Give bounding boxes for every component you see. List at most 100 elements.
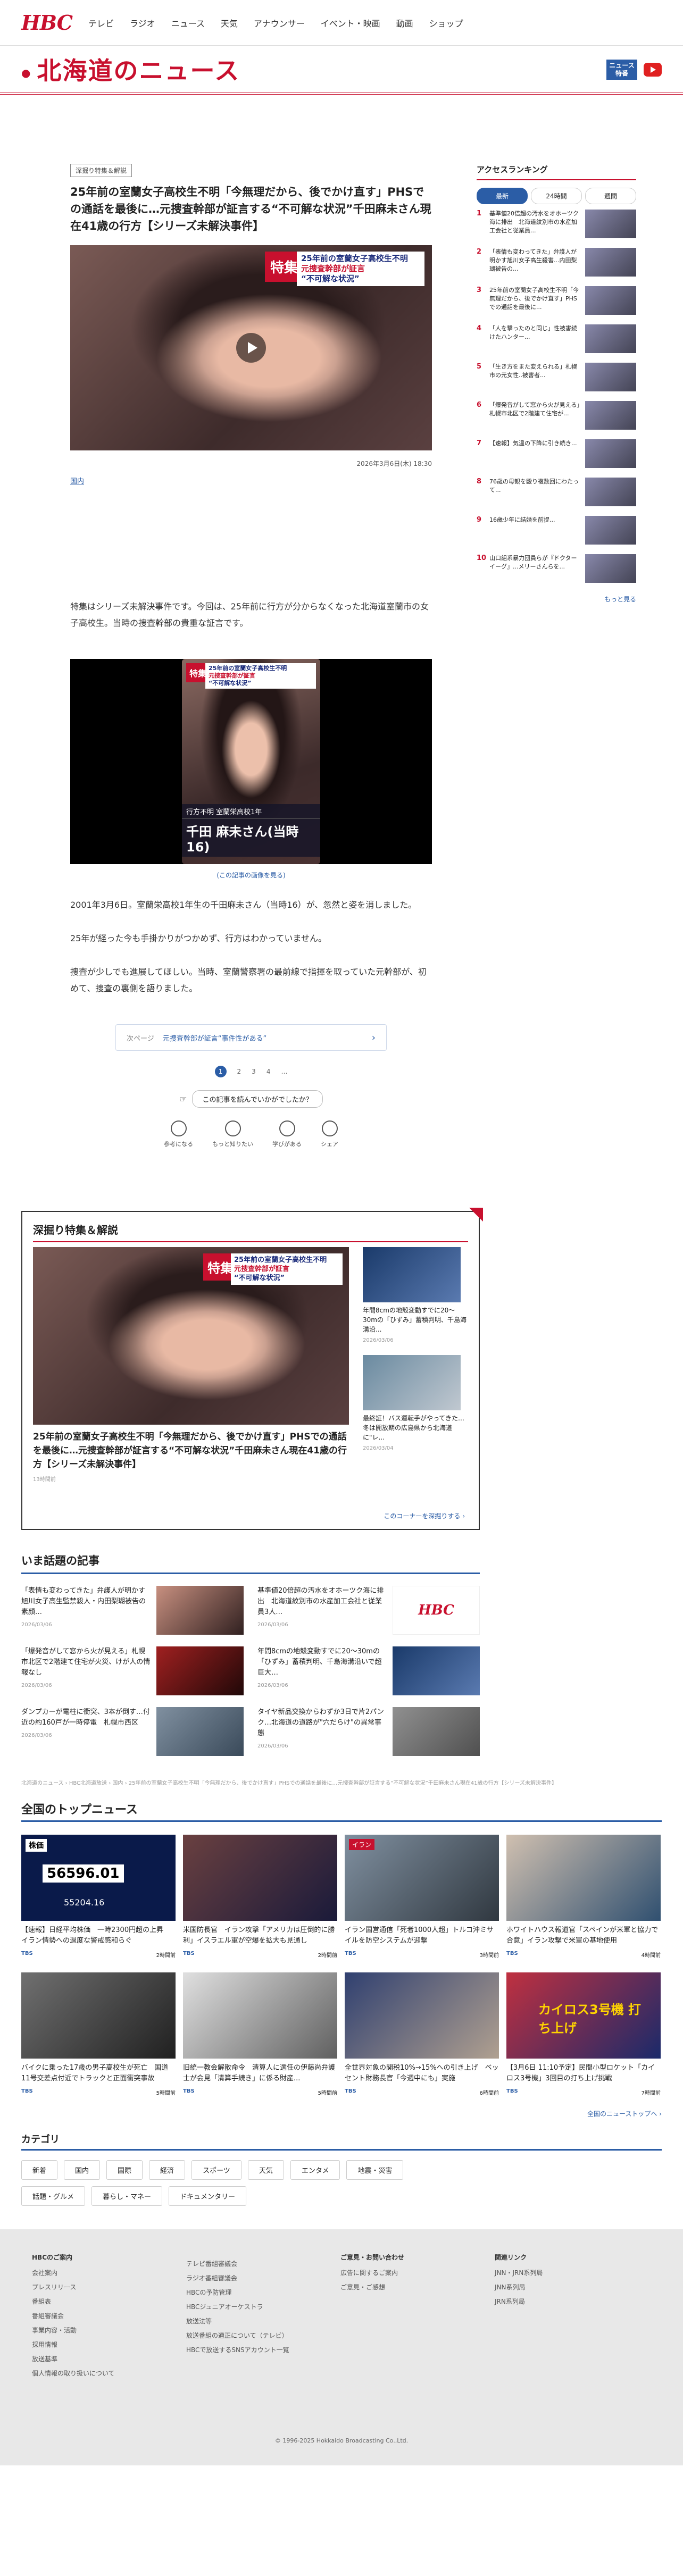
ranking-item[interactable]: 9 16歳少年に結婚を前提... bbox=[477, 516, 636, 549]
next-page-link[interactable]: 次ページ 元捜査幹部が証言“事件性がある” › bbox=[115, 1024, 387, 1051]
article-tag[interactable]: 深掘り特集＆解説 bbox=[70, 164, 132, 177]
ranking-item[interactable]: 6 「爆発音がして窓から火が見える」札幌市北区で2階建て住宅が... bbox=[477, 401, 636, 434]
footer-link[interactable]: プレスリリース bbox=[32, 2282, 165, 2291]
ranking-item[interactable]: 1 基準値20倍超の汚水をオホーツク海に排出 北海道紋別市の水産加工会社と従業員.… bbox=[477, 210, 636, 242]
article-second-image[interactable]: 特集 25年前の室蘭女子高校生不明 元捜査幹部が証言 “不可解な状況” 行方不明… bbox=[70, 659, 432, 864]
deep-dive-main-card[interactable]: 特集 25年前の室蘭女子高校生不明 元捜査幹部が証言 “不可解な状況” 25年前… bbox=[33, 1247, 349, 1483]
ranking-item[interactable]: 8 76歳の母親を殴り複数回にわたって... bbox=[477, 478, 636, 511]
hbc-logo[interactable]: HBC bbox=[21, 11, 73, 35]
footer-link[interactable]: 会社案内 bbox=[32, 2268, 165, 2277]
share-button[interactable]: シェア bbox=[321, 1120, 338, 1148]
trending-item[interactable]: ダンプカーが電柱に衝突、3本が倒す…付近の約160戸が一時停電 札幌市西区 202… bbox=[21, 1707, 244, 1756]
footer-link[interactable]: 放送番組の適正について（テレビ） bbox=[186, 2331, 319, 2340]
deep-dive-main-title: 25年前の室蘭女子高校生不明「今無理だから、後でかけ直す」PHSでの通話を最後に… bbox=[33, 1432, 347, 1470]
deep-dive-corner-link[interactable]: このコーナーを深掘りする › bbox=[384, 1511, 465, 1520]
national-news-card[interactable]: バイクに乗った17歳の男子高校生が死亡 国道11号交差点付近でトラックと正面衝突… bbox=[21, 1972, 176, 2096]
footer-link[interactable]: JNN系列局 bbox=[495, 2282, 628, 2291]
footer-link[interactable]: ご意見・ご感想 bbox=[340, 2282, 473, 2291]
category-chip[interactable]: 経済 bbox=[149, 2160, 186, 2180]
national-news-card[interactable]: カイロス3号機 打ち上げ 【3月6日 11:10予定】民間小型ロケット「カイロス… bbox=[506, 1972, 661, 2096]
tab-weekly[interactable]: 週間 bbox=[585, 188, 636, 204]
footer-link[interactable]: テレビ番組審議会 bbox=[186, 2259, 319, 2268]
ranking-item[interactable]: 10 山口組系暴力団員らが『ドクターイーグ』...メリーさんらを... bbox=[477, 554, 636, 587]
category-chip[interactable]: スポーツ bbox=[191, 2160, 241, 2180]
footer-link[interactable]: 放送法等 bbox=[186, 2316, 319, 2326]
nav-tv[interactable]: テレビ bbox=[88, 16, 114, 29]
ranking-thumbnail bbox=[585, 439, 636, 468]
national-news-card[interactable]: 米国防長官 イラン攻撃「アメリカは圧倒的に勝利」イスラエル軍が空爆を拡大も見通し… bbox=[183, 1835, 337, 1959]
ranking-item[interactable]: 5 「生き方をまた変えられる」札幌市の元女性..被害者... bbox=[477, 363, 636, 396]
ranking-item[interactable]: 2 「表情も変わってきた」弁護人が明かす旭川女子高生殺害...内田梨瑚被告の... bbox=[477, 248, 636, 281]
play-video-button[interactable] bbox=[236, 333, 266, 363]
footer-link[interactable]: 個人情報の取り扱いについて bbox=[32, 2369, 165, 2378]
trending-item[interactable]: 「表情も変わってきた」弁護人が明かす旭川女子高生監禁殺人・内田梨瑚被告の素顔… 2… bbox=[21, 1586, 244, 1635]
footer-link[interactable]: 採用情報 bbox=[32, 2340, 165, 2349]
category-chip[interactable]: 新着 bbox=[21, 2160, 58, 2180]
news-thumbnail bbox=[183, 1835, 337, 1921]
youtube-icon[interactable] bbox=[644, 63, 662, 77]
breadcrumb[interactable]: 北海道のニュース › HBC北海道放送 › 国内 › 25年前の室蘭女子高校生不… bbox=[21, 1778, 662, 1786]
category-chip[interactable]: エンタメ bbox=[290, 2160, 340, 2180]
nav-event[interactable]: イベント・映画 bbox=[321, 16, 380, 29]
trending-item[interactable]: 「爆発音がして窓から火が見える」札幌市北区で2階建て住宅が火災、けが人の情報なし… bbox=[21, 1646, 244, 1695]
ranking-item[interactable]: 3 25年前の室蘭女子高校生不明「今無理だから、後でかけ直す」PHSでの通話を最後… bbox=[477, 286, 636, 319]
reaction-learned[interactable]: 学びがある bbox=[272, 1120, 302, 1148]
category-chip[interactable]: 話題・グルメ bbox=[21, 2186, 86, 2206]
nav-radio[interactable]: ラジオ bbox=[130, 16, 155, 29]
nav-shop[interactable]: ショップ bbox=[429, 16, 463, 29]
footer-link[interactable]: 事業内容・活動 bbox=[32, 2326, 165, 2335]
reaction-helpful[interactable]: 参考になる bbox=[164, 1120, 193, 1148]
category-chip[interactable]: ドキュメンタリー bbox=[169, 2186, 247, 2206]
category-chip[interactable]: 暮らし・マネー bbox=[91, 2186, 163, 2206]
footer-link[interactable]: 番組審議会 bbox=[32, 2311, 165, 2320]
trending-item[interactable]: 年間8cmの地殻変動すでに20～30mの「ひずみ」蓄積判明、千島海溝沿いで超巨大… bbox=[257, 1646, 480, 1695]
category-chip[interactable]: 国内 bbox=[64, 2160, 101, 2180]
page-1[interactable]: 1 bbox=[214, 1066, 227, 1077]
national-news-card[interactable]: 全世界対象の関税10%→15%への引き上げ ベッセント財務長官「今週中にも」実施… bbox=[345, 1972, 499, 2096]
deep-dive-side-card[interactable]: 最終証！バス運転手がやってきた…冬は開放期の広島県から北海道に"レ... 2026… bbox=[363, 1355, 467, 1451]
footer-link[interactable]: 放送基準 bbox=[32, 2354, 165, 2363]
ranking-item[interactable]: 7 【速報】気温の下降に引き続き... bbox=[477, 439, 636, 472]
nav-announcer[interactable]: アナウンサー bbox=[254, 16, 305, 29]
category-chip[interactable]: 地震・災害 bbox=[346, 2160, 404, 2180]
category-chip[interactable]: 天気 bbox=[247, 2160, 284, 2180]
tab-24h[interactable]: 24時間 bbox=[531, 188, 582, 204]
article-category-link[interactable]: 国内 bbox=[70, 475, 432, 486]
news-special-badge[interactable]: ニュース 特番 bbox=[606, 60, 637, 80]
trending-item[interactable]: 基準値20倍超の汚水をオホーツク海に排出 北海道紋別市の水産加工会社と従業員3人… bbox=[257, 1586, 480, 1635]
footer-link[interactable]: 広告に関するご案内 bbox=[340, 2268, 473, 2277]
ranking-title: アクセスランキング bbox=[477, 164, 636, 180]
page-2[interactable]: 2 bbox=[237, 1068, 241, 1075]
section-title[interactable]: ● 北海道のニュース bbox=[21, 52, 240, 87]
national-news-card[interactable]: ホワイトハウス報道官「スペインが米軍と協力で合意」イラン攻撃で米軍の基地使用 T… bbox=[506, 1835, 661, 1959]
footer-link[interactable]: JNN・JRN系列局 bbox=[495, 2268, 628, 2277]
tab-latest[interactable]: 最新 bbox=[477, 188, 528, 204]
nav-weather[interactable]: 天気 bbox=[221, 16, 238, 29]
national-news-card[interactable]: 株価 56596.01 55204.16 【速報】日経平均株価 一時2300円超… bbox=[21, 1835, 176, 1959]
footer-column: ご意見・お問い合わせ 広告に関するご案内 ご意見・ご感想 bbox=[340, 2253, 473, 2383]
page-4[interactable]: 4 bbox=[266, 1068, 271, 1075]
ranking-more-link[interactable]: もっと見る bbox=[477, 595, 636, 604]
news-thumbnail bbox=[183, 1972, 337, 2059]
footer-link[interactable]: HBCジュニアオーケストラ bbox=[186, 2302, 319, 2311]
footer-link[interactable]: HBCの予防管理 bbox=[186, 2288, 319, 2297]
page-3[interactable]: 3 bbox=[252, 1068, 256, 1075]
footer-link[interactable]: ラジオ番組審議会 bbox=[186, 2273, 319, 2282]
category-chip[interactable]: 国際 bbox=[106, 2160, 143, 2180]
article-main-image[interactable]: 特集 25年前の室蘭女子高校生不明 元捜査幹部が証言 “不可解な状況” bbox=[70, 245, 432, 450]
view-images-link[interactable]: (この記事の画像を見る) bbox=[70, 871, 432, 880]
national-news-card[interactable]: イラン イラン国営通信「死者1000人超」トルコ沖ミサイルを防空システムが迎撃 … bbox=[345, 1835, 499, 1959]
deep-dive-side-card[interactable]: 年間8cmの地殻変動すでに20～30mの「ひずみ」蓄積判明、千島海溝沿... 20… bbox=[363, 1247, 467, 1343]
nav-news[interactable]: ニュース bbox=[171, 16, 205, 29]
footer-link[interactable]: 番組表 bbox=[32, 2297, 165, 2306]
ranking-item[interactable]: 4 「人を撃ったのと同じ」性被害続けたハンター... bbox=[477, 324, 636, 357]
trending-item[interactable]: タイヤ新品交換からわずか3日で片2パンク…北海道の道路が"穴だらけ"の異常事態 2… bbox=[257, 1707, 480, 1756]
footer-link[interactable]: JRN系列局 bbox=[495, 2297, 628, 2306]
nav-video[interactable]: 動画 bbox=[396, 16, 413, 29]
national-news-card[interactable]: 旧統一教会解散命令 清算人に選任の伊藤尚弁護士が会見「清算手続き」に係る財産..… bbox=[183, 1972, 337, 2096]
reaction-want-more[interactable]: もっと知りたい bbox=[212, 1120, 253, 1148]
national-news-more-link[interactable]: 全国のニューストップへ › bbox=[21, 2109, 662, 2118]
deep-dive-title: 深掘り特集＆解説 bbox=[33, 1222, 468, 1242]
footer-link[interactable]: HBCで放送するSNSアカウント一覧 bbox=[186, 2345, 319, 2354]
ranking-thumbnail bbox=[585, 248, 636, 277]
